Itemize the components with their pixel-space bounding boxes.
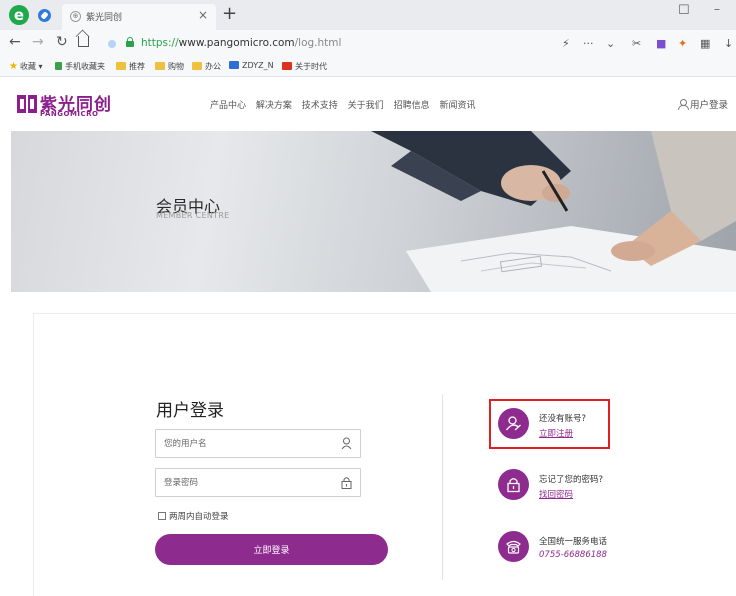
login-title: 用户登录 (156, 401, 224, 421)
bookmark-folder[interactable]: 推荐 (116, 61, 145, 72)
vertical-divider (442, 394, 443, 580)
logo-subtext: PANGOMICRO (40, 110, 99, 118)
bookmark-favicon-icon (282, 62, 292, 70)
nav-item-careers[interactable]: 招聘信息 (394, 101, 430, 111)
close-tab-icon[interactable]: × (198, 8, 208, 22)
password-input[interactable] (156, 469, 331, 496)
address-bar[interactable]: https://www.pangomicro.com/log.html (141, 37, 341, 49)
nav-item-support[interactable]: 技术支持 (302, 101, 338, 111)
nav-item-solutions[interactable]: 解决方案 (256, 101, 292, 111)
login-button[interactable]: 立即登录 (155, 534, 388, 565)
bookmark-folder[interactable]: 办公 (192, 61, 221, 72)
logo-mark-icon[interactable] (16, 93, 38, 115)
hotline-label: 全国统一服务电话 (539, 537, 608, 547)
bookmark-favorites[interactable]: ★ 收藏 ▾ (9, 61, 43, 72)
nav-item-news[interactable]: 新闻资讯 (439, 101, 475, 111)
extension-icon[interactable]: ■ (656, 37, 666, 50)
lock-icon (126, 37, 134, 47)
home-icon[interactable] (78, 36, 89, 47)
site-info-icon[interactable] (108, 40, 116, 48)
forgot-link[interactable]: 找回密码 (539, 488, 573, 500)
remember-checkbox[interactable] (158, 512, 166, 520)
user-icon (341, 437, 352, 450)
bookmark-favicon-icon (229, 61, 239, 69)
forgot-section: 忘记了您的密码? 找回密码 (498, 469, 698, 503)
forgot-prompt: 忘记了您的密码? (539, 475, 604, 485)
password-field (155, 468, 361, 497)
screen: e ⊕ 紫光同创 × + ☐ – ← → ↻ https://www.pango… (0, 0, 736, 596)
username-field (155, 429, 361, 458)
register-highlight (489, 399, 610, 449)
hotline-section: 全国统一服务电话 0755-66886188 (498, 531, 698, 565)
minimize-window-icon[interactable]: – (714, 2, 720, 16)
url-path: /log.html (294, 37, 342, 49)
download-icon[interactable]: ↓ (724, 37, 733, 50)
banner-subtitle: MEMBER CENTRE (156, 211, 230, 220)
folder-icon (155, 62, 165, 70)
nav-item-products[interactable]: 产品中心 (210, 101, 246, 111)
back-icon[interactable]: ← (9, 34, 21, 50)
url-scheme: https:// (141, 37, 179, 49)
url-host: www.pangomicro.com (178, 37, 295, 49)
browser-tab-bar: e ⊕ 紫光同创 × + ☐ – (0, 0, 736, 30)
reload-icon[interactable]: ↻ (56, 34, 68, 50)
header-user-login-label: 用户登录 (690, 100, 729, 111)
remember-me[interactable]: 两周内自动登录 (158, 510, 229, 522)
forward-icon[interactable]: → (32, 34, 44, 50)
bookmark-folder[interactable]: 购物 (155, 61, 184, 72)
remember-label: 两周内自动登录 (169, 512, 229, 522)
phone-icon (55, 62, 62, 70)
folder-icon (116, 62, 126, 70)
user-icon (678, 99, 689, 110)
member-banner: 会员中心 MEMBER CENTRE (11, 131, 736, 292)
header-user-login[interactable]: 用户登录 (678, 97, 728, 111)
main-nav: 产品中心 解决方案 技术支持 关于我们 招聘信息 新闻资讯 (210, 98, 482, 111)
hotline-number: 0755-66886188 (539, 550, 607, 560)
bookmark-about[interactable]: 关于时代 (282, 61, 327, 72)
chevron-down-icon[interactable]: ⌄ (606, 37, 615, 50)
forgot-lock-icon (498, 469, 529, 500)
nav-item-about[interactable]: 关于我们 (348, 101, 384, 111)
lightning-icon[interactable]: ⚡ (562, 37, 570, 50)
compass-icon[interactable] (38, 9, 51, 22)
extension-icon[interactable]: ✦ (678, 37, 687, 50)
username-input[interactable] (156, 430, 331, 457)
bookmark-zdyz[interactable]: ZDYZ_N (229, 61, 274, 70)
apps-grid-icon[interactable]: ▦ (700, 37, 710, 50)
scissors-icon[interactable]: ✂ (632, 37, 641, 50)
telephone-icon (498, 531, 529, 562)
folder-icon (192, 62, 202, 70)
lock-icon (341, 477, 352, 489)
bookmarks-bar: ★ 收藏 ▾ 手机收藏夹 推荐 购物 办公 ZDYZ_N 关于时代 (0, 58, 736, 77)
banner-photo (371, 131, 736, 292)
bookmark-mobile[interactable]: 手机收藏夹 (55, 61, 105, 72)
browser-nav-bar: ← → ↻ https://www.pangomicro.com/log.htm… (0, 30, 736, 58)
globe-icon: ⊕ (70, 11, 81, 22)
tab-title: 紫光同创 (86, 13, 123, 23)
browser-tab[interactable]: ⊕ 紫光同创 × (62, 4, 216, 30)
star-icon: ★ (9, 61, 18, 72)
restore-window-icon[interactable]: ☐ (678, 3, 690, 18)
new-tab-button[interactable]: + (222, 3, 237, 24)
more-icon[interactable]: ··· (583, 37, 594, 50)
browser-logo-icon[interactable]: e (9, 5, 29, 25)
